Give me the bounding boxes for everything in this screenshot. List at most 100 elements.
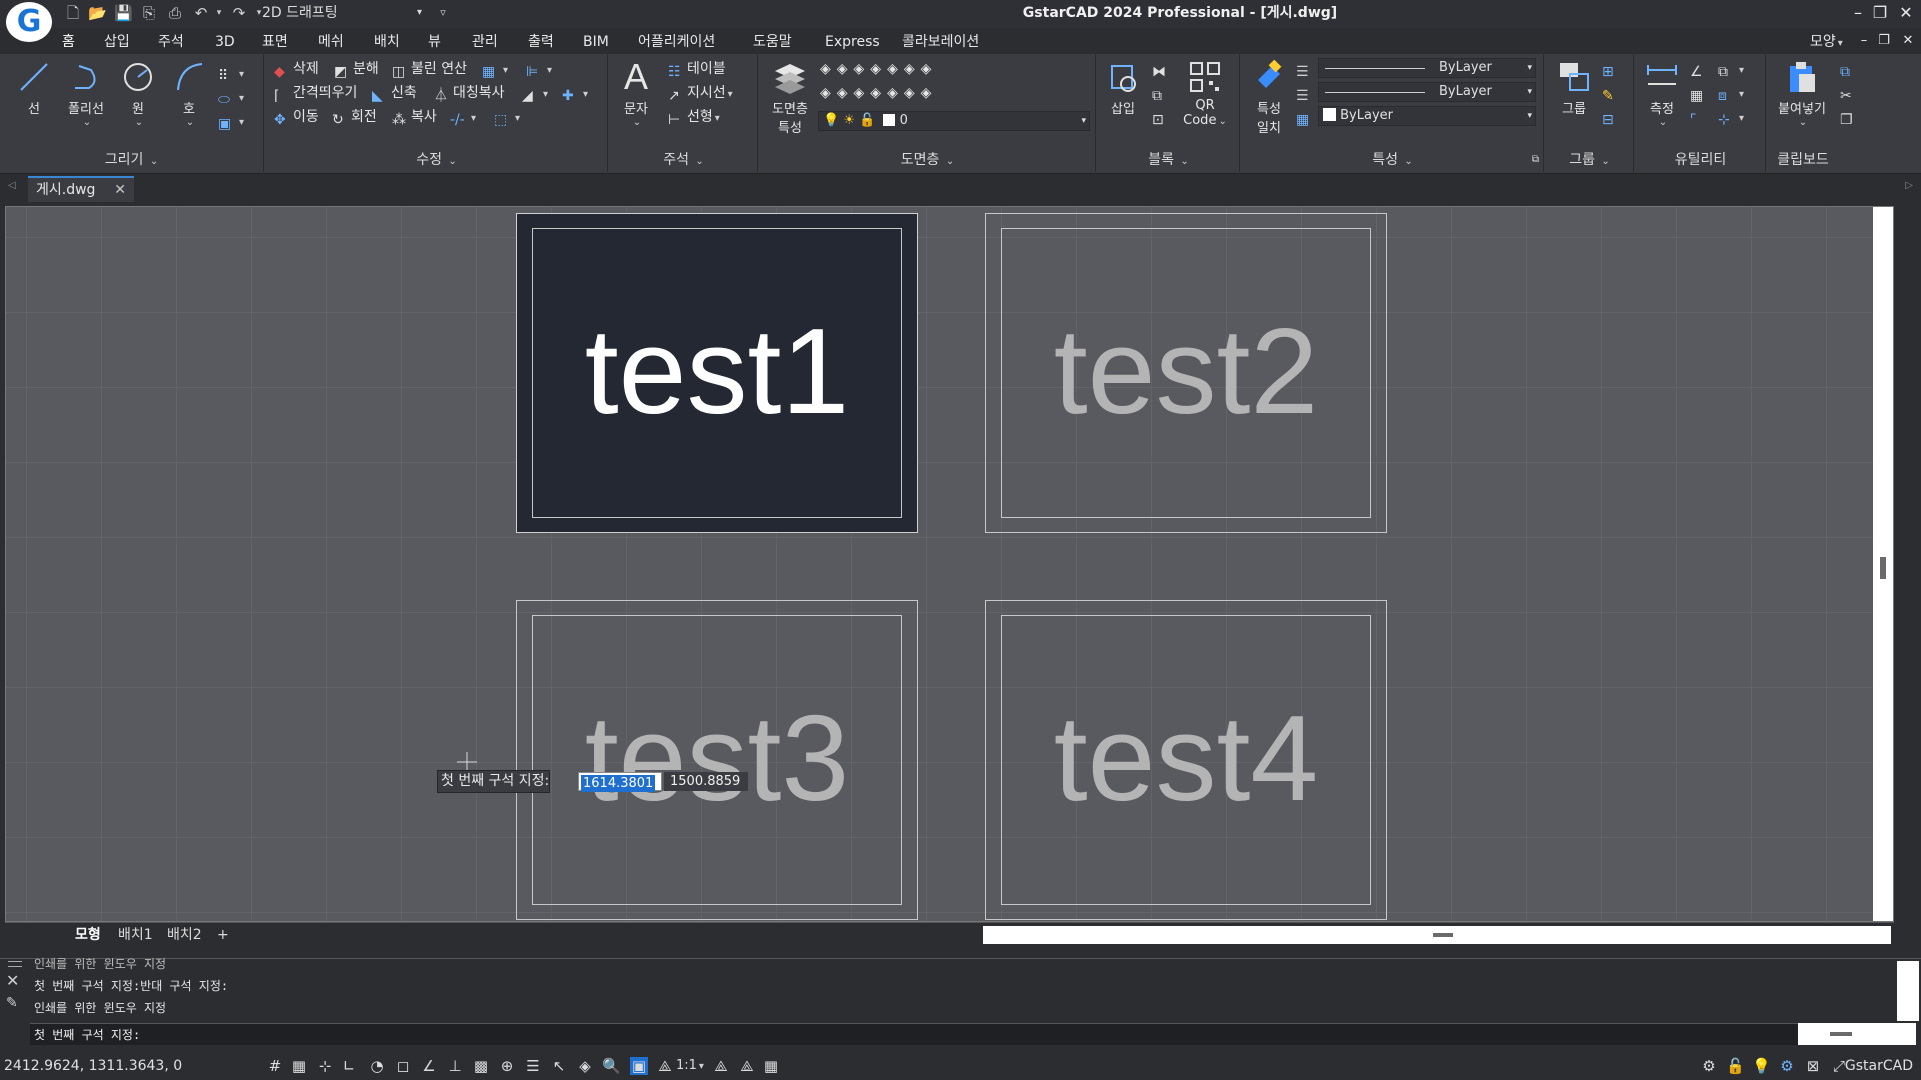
horizontal-scrollbar[interactable] [983,926,1891,944]
group-select-button[interactable]: ⊟ [1602,106,1621,128]
clean-screen-icon[interactable]: ⊠ [1804,1057,1822,1075]
model-space-icon[interactable]: ▣ [630,1057,648,1075]
block-editor-button[interactable]: ⧓ [1152,58,1171,80]
panel-launcher-icon[interactable]: ⧉ [1532,150,1539,170]
menu-view[interactable]: 뷰 [428,32,441,52]
annotation-visibility-icon[interactable]: ⟁ [712,1057,730,1075]
explode-button[interactable]: ◩ 분해 [334,58,379,80]
snap-icon[interactable]: # [266,1057,284,1075]
copy-clip-button[interactable]: ⧉ [1840,58,1859,80]
settings-gear-icon[interactable]: ⚙ [1700,1057,1718,1075]
ucs-button[interactable]: ⊹ ▾ [1718,106,1744,128]
layer-dropdown[interactable]: 💡 ☀ 🔓 0 ▾ [818,111,1090,131]
close-command-icon[interactable]: ✕ [6,971,19,990]
menu-manage[interactable]: 관리 [472,32,498,52]
viewport-test1[interactable]: test1 [516,213,918,533]
angle-button[interactable]: ∠ [1690,58,1709,80]
dynamic-ucs-icon[interactable]: ▩ [472,1057,490,1075]
dimension-button[interactable]: ⊢ 선형 ▾ [668,106,720,128]
linetype-dropdown-2[interactable]: ByLayer ▾ [1318,82,1536,102]
menu-mesh[interactable]: 메쉬 [318,32,344,52]
extend-button[interactable]: -/- ▾ [450,106,476,128]
ellipse-button[interactable]: ⬭ ▾ [218,86,244,108]
erase-button[interactable]: ◆ 삭제 [274,58,319,80]
menu-home[interactable]: 홈 [62,32,75,52]
grid-icon[interactable]: ▦ [290,1057,308,1075]
isolate-objects-icon[interactable]: 💡 [1752,1057,1771,1075]
infer-icon[interactable]: ⊹ [316,1057,334,1075]
layer-status-icon[interactable]: ◈ [576,1057,594,1075]
add-layout-button[interactable]: + [217,925,229,945]
tab-model[interactable]: 모형 [75,925,101,945]
edit-attribute-button[interactable]: ⊡ [1152,106,1171,128]
menu-applications[interactable]: 어플리케이션 [638,32,715,52]
modify-panel-title[interactable]: 수정 ⌄ [266,150,607,170]
mirror-button[interactable]: ⏃ 대칭복사 [434,82,505,104]
match-properties-button[interactable]: 특성 일치 [1246,60,1292,136]
text-button[interactable]: A 문자 ⌄ [616,59,656,129]
scrollbar-thumb[interactable] [1880,557,1886,579]
rectangle-button[interactable]: ▣ ▾ [218,110,244,132]
tab-layout2[interactable]: 배치2 [167,925,202,945]
qr-code-button[interactable]: QR Code ⌄ [1182,60,1228,128]
document-tab[interactable]: 게시.dwg ✕ [28,176,134,202]
leader-button[interactable]: ↗ 지시선 ▾ [668,82,733,104]
menu-bim[interactable]: BIM [583,32,609,52]
print-icon[interactable]: ⎙ [166,4,184,22]
dynamic-input-y-field[interactable]: 1500.8859 [664,772,748,791]
utilities-panel-title[interactable]: 유틸리티 [1636,150,1765,170]
restore-window-icon[interactable]: ❐ [1866,2,1894,24]
layers-panel-title[interactable]: 도면층 ⌄ [760,150,1095,170]
point-id-button[interactable]: ⌜ [1690,106,1709,128]
scale-button[interactable]: ⬚ ▾ [494,106,520,128]
select-similar-button[interactable]: ⧉ ▾ [1718,58,1744,80]
layer-properties-button[interactable]: 도면층 특성 [764,60,816,136]
circle-button[interactable]: 원 ⌄ [114,60,162,128]
dynamic-input-x-field[interactable]: 1614.3801 [578,772,662,792]
hardware-acceleration-icon[interactable]: ⚙ [1778,1057,1796,1075]
selection-cycling-icon[interactable]: ↖ [550,1057,568,1075]
rotate-button[interactable]: ↻ 회전 [332,106,377,128]
menu-output[interactable]: 출력 [528,32,554,52]
layer-tools-row-2[interactable]: ◈◈◈◈◈◈◈ [820,82,937,104]
customize-toolbar-icon[interactable]: ▿ [434,4,452,22]
app-logo[interactable]: G [6,2,52,42]
scrollbar-thumb[interactable] [1830,1032,1852,1036]
menu-3d[interactable]: 3D [215,32,235,52]
menu-collaboration[interactable]: 콜라보레이션 [902,32,979,52]
doc-close-icon[interactable]: ✕ [1894,30,1921,52]
ungroup-button[interactable]: ⊞ [1602,58,1621,80]
trim-button[interactable]: ✚ ▾ [562,82,588,104]
point-button[interactable]: ⠿ ▾ [218,62,244,84]
fillet-button[interactable]: ◢ ▾ [522,82,548,104]
cut-button[interactable]: ✂ [1840,82,1859,104]
save-as-icon[interactable]: ⎘ [140,4,158,22]
polar-icon[interactable]: ◔ [368,1057,386,1075]
arc-button[interactable]: 호 ⌄ [166,60,212,128]
drawing-canvas[interactable]: test1 test2 test3 test4 첫 번째 구석 지정: 1614… [5,206,1894,922]
menu-surface[interactable]: 표면 [262,32,288,52]
group-button[interactable]: 그룹 [1552,60,1596,117]
clipboard-panel-title[interactable]: 클립보드 [1768,150,1838,170]
redo-icon[interactable]: ↷ [230,4,248,22]
group-panel-title[interactable]: 그룹 ⌄ [1546,150,1633,170]
osnap-icon[interactable]: ⊥ [446,1057,464,1075]
group-edit-button[interactable]: ✎ [1602,82,1621,104]
copy-button[interactable]: ⁂ 복사 [392,106,437,128]
zoom-icon[interactable]: 🔍 [602,1057,621,1075]
command-vertical-scrollbar[interactable] [1897,961,1919,1021]
color-dropdown[interactable]: ByLayer ▾ [1318,106,1536,126]
new-file-icon[interactable]: 🗋 [64,4,82,22]
viewport-test4[interactable]: test4 [985,600,1387,920]
menu-layout[interactable]: 배치 [374,32,400,52]
layer-tools-row-1[interactable]: ◈◈◈◈◈◈◈ [820,58,937,80]
insert-block-button[interactable]: 삽입 [1102,60,1144,117]
tab-layout1[interactable]: 배치1 [118,925,153,945]
grip-icon[interactable] [8,961,22,967]
quick-properties-icon[interactable]: ▦ [762,1057,780,1075]
create-block-button[interactable]: ⧉ [1152,82,1171,104]
close-tab-icon[interactable]: ✕ [114,178,126,202]
lock-ui-icon[interactable]: 🔓 [1726,1057,1745,1075]
table-button[interactable]: ☷ 테이블 [668,58,726,80]
stretch-button[interactable]: ◣ 신축 [372,82,417,104]
